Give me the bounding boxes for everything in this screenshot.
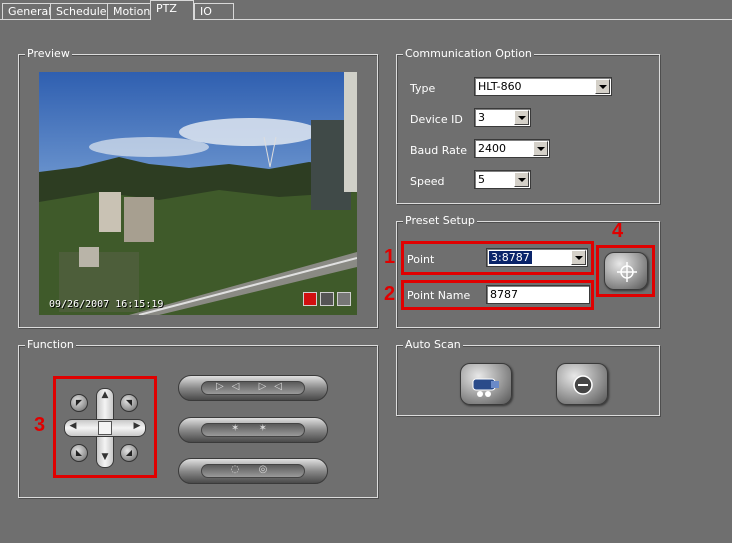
tab-divider <box>0 19 732 20</box>
communication-legend: Communication Option <box>403 47 534 60</box>
callout-number-2: 2 <box>384 283 396 305</box>
chevron-down-icon[interactable] <box>514 110 529 125</box>
callout-number-3: 3 <box>34 414 46 436</box>
pan-right-button[interactable]: ▶ <box>130 421 144 435</box>
camera-scan-icon <box>472 378 499 397</box>
type-select[interactable]: HLT-860 <box>474 77 612 96</box>
pan-left-button[interactable]: ◀ <box>66 421 80 435</box>
point-name-label: Point Name <box>407 289 471 302</box>
pan-up-button[interactable]: ▲ <box>98 390 112 404</box>
iris-icon: ◌ ◎ <box>230 464 276 475</box>
speed-value: 5 <box>478 173 485 186</box>
type-label: Type <box>410 82 436 95</box>
direction-pad: ▲ ▼ ◀ ▶ ◤ ◥ ◣ ◢ <box>62 386 148 470</box>
goto-preset-button[interactable] <box>604 252 648 290</box>
chevron-down-icon[interactable] <box>571 250 586 265</box>
speed-label: Speed <box>410 175 445 188</box>
record-icon[interactable] <box>303 292 317 306</box>
preset-legend: Preset Setup <box>403 214 477 227</box>
auto-scan-start-button[interactable] <box>460 363 512 405</box>
baud-rate-label: Baud Rate <box>410 144 467 157</box>
pan-up-left-button[interactable]: ◤ <box>70 394 88 412</box>
zoom-icon: ▷◁ ▷◁ <box>216 381 290 392</box>
device-id-label: Device ID <box>410 113 463 126</box>
point-name-input[interactable]: 8787 <box>486 285 590 304</box>
tab-schedule[interactable]: Schedule <box>50 3 113 20</box>
pan-down-left-button[interactable]: ◣ <box>70 444 88 462</box>
function-legend: Function <box>25 338 76 351</box>
pan-down-right-button[interactable]: ◢ <box>120 444 138 462</box>
device-id-select[interactable]: 3 <box>474 108 531 127</box>
auto-scan-group: Auto Scan <box>396 338 660 416</box>
focus-icon: ✶ ✶ <box>231 423 275 434</box>
tab-io[interactable]: IO <box>194 3 234 20</box>
home-button[interactable] <box>98 421 112 435</box>
snapshot-icon[interactable] <box>320 292 334 306</box>
device-id-value: 3 <box>478 111 485 124</box>
pan-down-button[interactable]: ▼ <box>98 452 112 466</box>
chevron-down-icon[interactable] <box>533 141 548 156</box>
focus-control[interactable]: ✶ ✶ <box>178 417 328 443</box>
baud-rate-select[interactable]: 2400 <box>474 139 550 158</box>
camera-preview[interactable]: 09/26/2007 16:15:19 <box>39 72 357 315</box>
tab-motion[interactable]: Motion <box>107 3 157 20</box>
camera-view-image <box>39 72 357 315</box>
auto-scan-stop-button[interactable] <box>556 363 608 405</box>
chat-icon[interactable] <box>337 292 351 306</box>
timestamp-overlay: 09/26/2007 16:15:19 <box>49 299 164 310</box>
chevron-down-icon[interactable] <box>595 79 610 94</box>
baud-rate-value: 2400 <box>478 142 506 155</box>
stop-icon <box>573 375 593 395</box>
zoom-control[interactable]: ▷◁ ▷◁ <box>178 375 328 401</box>
preview-legend: Preview <box>25 47 72 60</box>
point-label: Point <box>407 253 435 266</box>
iris-control[interactable]: ◌ ◎ <box>178 458 328 484</box>
auto-scan-legend: Auto Scan <box>403 338 463 351</box>
pan-up-right-button[interactable]: ◥ <box>120 394 138 412</box>
type-value: HLT-860 <box>478 80 522 93</box>
point-value: 3:8787 <box>489 251 532 264</box>
tab-bar: General Schedule Motion PTZ IO <box>0 0 732 20</box>
callout-number-4: 4 <box>612 220 624 242</box>
speed-select[interactable]: 5 <box>474 170 531 189</box>
callout-number-1: 1 <box>384 246 396 268</box>
point-select[interactable]: 3:8787 <box>486 248 588 267</box>
tab-ptz[interactable]: PTZ <box>150 0 194 20</box>
chevron-down-icon[interactable] <box>514 172 529 187</box>
crosshair-icon <box>617 262 637 282</box>
